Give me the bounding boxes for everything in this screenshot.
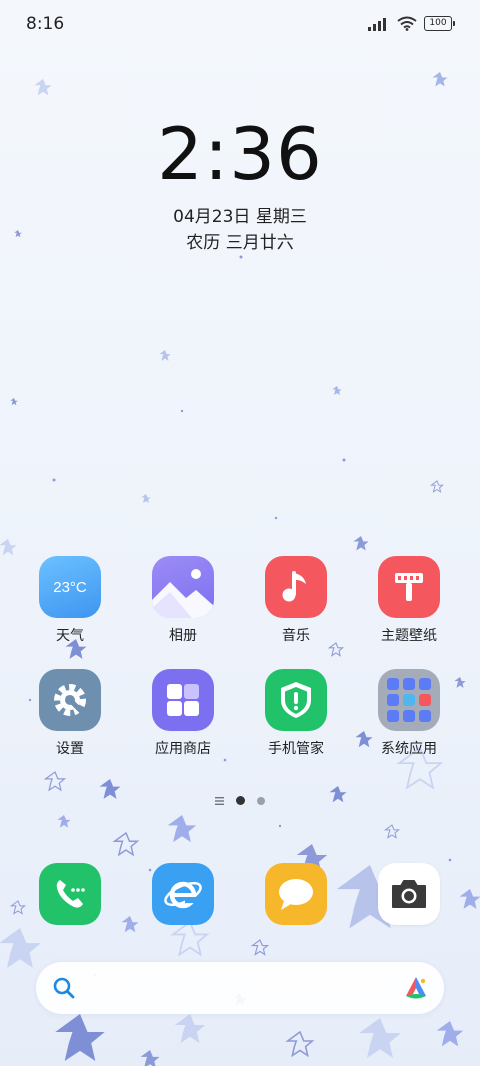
app-settings[interactable]: 设置: [20, 669, 120, 758]
app-drawer-lines-icon: [215, 796, 224, 805]
folder-icon: [378, 669, 440, 731]
dock-messages[interactable]: [246, 863, 346, 925]
signal-icon: [368, 17, 386, 31]
page-dot-active[interactable]: [236, 796, 245, 805]
browser-icon: [152, 863, 214, 925]
phone-icon: [39, 863, 101, 925]
app-security[interactable]: 手机管家: [246, 669, 346, 758]
dock-browser[interactable]: [133, 863, 233, 925]
app-label: 主题壁纸: [381, 628, 437, 644]
security-icon: [265, 669, 327, 731]
app-store-icon: [152, 669, 214, 731]
weather-icon: 23°C: [39, 556, 101, 618]
music-icon: [265, 556, 327, 618]
app-label: 系统应用: [381, 741, 437, 757]
app-themes[interactable]: 主题壁纸: [359, 556, 459, 645]
clock-widget-lunar: 农历 三月廿六: [186, 233, 294, 253]
app-label: 相册: [169, 628, 197, 644]
dock-camera[interactable]: [359, 863, 459, 925]
page-indicator[interactable]: [0, 796, 480, 805]
clock-widget-time[interactable]: 2:36: [0, 112, 480, 196]
battery-icon: 100: [424, 16, 455, 31]
weather-temperature: 23°C: [53, 578, 87, 596]
app-label: 天气: [56, 628, 84, 644]
search-icon: [53, 977, 75, 999]
themes-icon: [378, 556, 440, 618]
wifi-icon: [397, 16, 417, 31]
app-gallery[interactable]: 相册: [133, 556, 233, 645]
clock-widget-date: 04月23日 星期三: [173, 207, 307, 227]
app-folder-system[interactable]: 系统应用: [359, 669, 459, 758]
app-weather[interactable]: 23°C 天气: [20, 556, 120, 645]
app-label: 手机管家: [268, 741, 324, 757]
camera-icon: [378, 863, 440, 925]
app-label: 应用商店: [155, 741, 211, 757]
status-bar: 8:16 100: [0, 0, 480, 50]
assistant-icon[interactable]: [402, 974, 430, 1002]
messages-icon: [265, 863, 327, 925]
page-dot[interactable]: [257, 796, 265, 805]
settings-icon: [39, 669, 101, 731]
status-icons: 100: [368, 16, 455, 31]
app-label: 设置: [56, 741, 84, 757]
status-time: 8:16: [26, 14, 65, 34]
app-app-store[interactable]: 应用商店: [133, 669, 233, 758]
search-bar[interactable]: [36, 962, 444, 1014]
app-label: 音乐: [282, 628, 310, 644]
app-music[interactable]: 音乐: [246, 556, 346, 645]
gallery-icon: [152, 556, 214, 618]
dock-phone[interactable]: [20, 863, 120, 925]
